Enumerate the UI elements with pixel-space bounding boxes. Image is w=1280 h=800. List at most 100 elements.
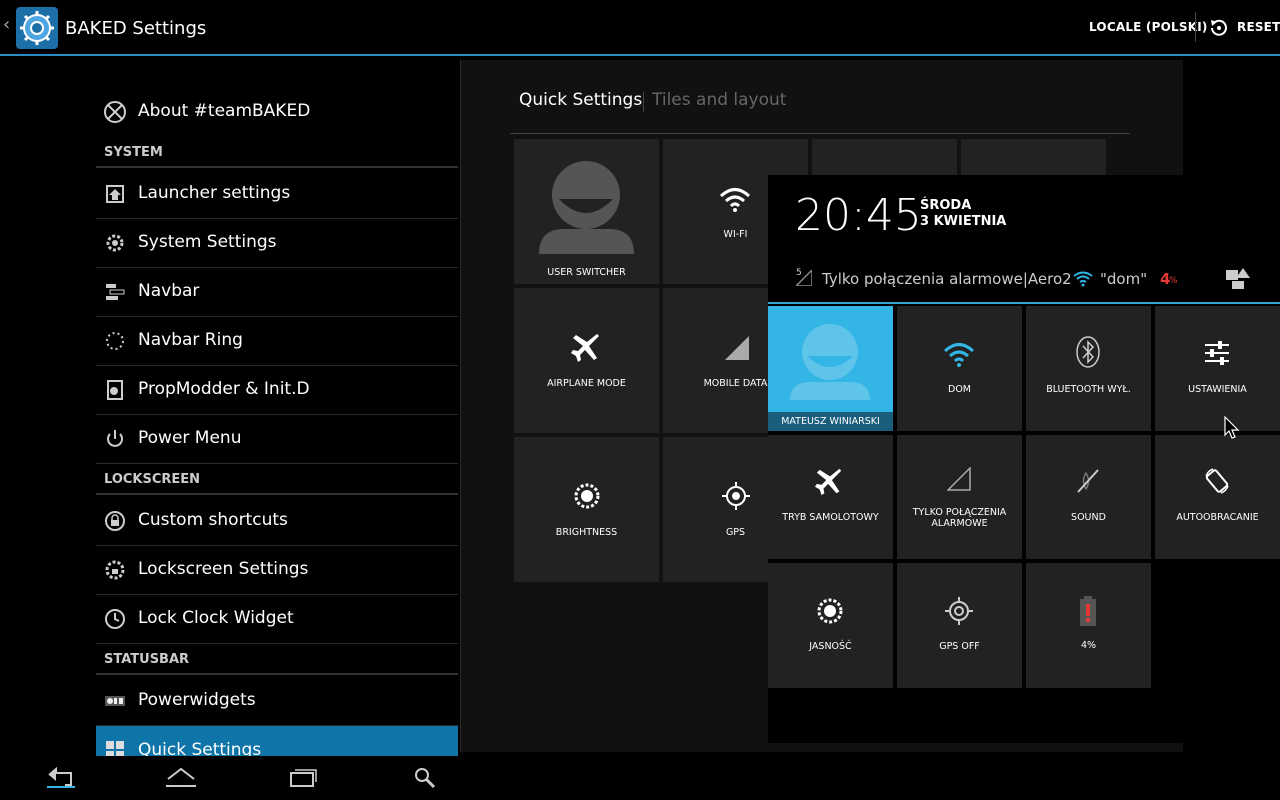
section-divider — [96, 493, 458, 495]
lock-gear-icon — [105, 560, 125, 580]
wifi-name-label: "dom" — [1100, 270, 1148, 288]
reset-icon[interactable] — [1208, 17, 1230, 43]
preview-tile-airplane[interactable]: AIRPLANE MODE — [514, 288, 659, 433]
tile-label: TYLKO POŁĄCZENIA ALARMOWE — [912, 507, 1007, 529]
qs-tile-sound[interactable]: SOUND — [1026, 435, 1151, 559]
recents-icon[interactable] — [288, 767, 318, 789]
sidebar-item-lock-clock[interactable]: Lock Clock Widget — [96, 595, 458, 644]
section-header-lockscreen: LOCKSCREEN — [104, 472, 201, 487]
shade-clock: 20:45 — [795, 190, 922, 241]
preview-tile-brightness[interactable]: BRIGHTNESS — [514, 437, 659, 582]
brightness-icon — [817, 598, 843, 624]
tab-tiles-layout[interactable]: Tiles and layout — [652, 90, 786, 110]
sidebar-item-launcher[interactable]: Launcher settings — [96, 170, 458, 219]
sidebar-item-quick-settings[interactable]: Quick Settings — [96, 726, 458, 756]
gps-icon — [945, 597, 973, 625]
qs-tile-user[interactable]: MATEUSZ WINIARSKI — [768, 306, 893, 431]
preview-tile-user-switcher[interactable]: USER SWITCHER — [514, 139, 659, 284]
tile-label: DOM — [948, 384, 971, 395]
tile-label: GPS OFF — [939, 641, 980, 652]
about-item[interactable]: About #teamBAKED — [96, 88, 458, 136]
sidebar-item-label: Launcher settings — [138, 183, 291, 203]
sidebar-item-navbar[interactable]: Navbar — [96, 268, 458, 317]
sidebar-item-lockscreen-settings[interactable]: Lockscreen Settings — [96, 546, 458, 595]
sidebar-item-label: Power Menu — [138, 428, 242, 448]
section-header-system: SYSTEM — [104, 145, 163, 160]
sidebar-item-label: Navbar Ring — [138, 330, 243, 350]
tile-label: BLUETOOTH WYŁ. — [1046, 384, 1131, 395]
sidebar-item-label: Powerwidgets — [138, 690, 256, 710]
avatar-icon — [539, 161, 634, 254]
section-divider — [96, 166, 458, 168]
preview-tile[interactable] — [961, 139, 1106, 175]
no-signal-icon — [796, 270, 812, 286]
qs-tile-autorotate[interactable]: AUTOOBRACANIE — [1155, 435, 1280, 559]
locale-button[interactable]: LOCALE (POLSKI) — [1089, 20, 1208, 34]
reset-button[interactable]: RESET — [1237, 20, 1280, 34]
qs-tile-airplane[interactable]: TRYB SAMOLOTOWY — [768, 435, 893, 559]
qs-tile-gps[interactable]: GPS OFF — [897, 563, 1022, 688]
shade-day: ŚRODA — [920, 198, 972, 213]
sidebar-item-label: Navbar — [138, 281, 200, 301]
up-caret-icon[interactable]: ‹ — [3, 14, 10, 35]
mouse-cursor-icon — [1224, 416, 1240, 439]
clock-icon — [105, 609, 125, 629]
lock-icon — [105, 511, 125, 531]
script-icon — [107, 380, 123, 400]
sidebar-item-custom-shortcuts[interactable]: Custom shortcuts — [96, 497, 458, 546]
ring-icon — [106, 332, 124, 350]
no-signal-icon — [947, 467, 971, 491]
rotate-icon — [1205, 468, 1229, 494]
sidebar-item-navbar-ring[interactable]: Navbar Ring — [96, 317, 458, 366]
quick-settings-icon — [106, 741, 124, 756]
qs-tile-emergency[interactable]: TYLKO POŁĄCZENIA ALARMOWE — [897, 435, 1022, 559]
airplane-icon — [815, 468, 842, 496]
airplane-icon — [571, 334, 599, 362]
tile-label: USTAWIENIA — [1188, 384, 1247, 395]
tile-label: 4% — [1080, 640, 1097, 651]
tile-label: JASNOŚĆ — [809, 641, 852, 652]
action-divider — [1195, 12, 1196, 42]
qs-tile-brightness[interactable]: JASNOŚĆ — [768, 563, 893, 688]
tab-quick-settings[interactable]: Quick Settings — [519, 90, 642, 110]
tab-underline — [510, 133, 1130, 134]
sidebar-item-label: Quick Settings — [138, 740, 262, 756]
sidebar-item-label: Lock Clock Widget — [138, 608, 294, 628]
qs-tile-bluetooth[interactable]: BLUETOOTH WYŁ. — [1026, 306, 1151, 431]
tile-label: USER SWITCHER — [547, 267, 626, 278]
sidebar-item-powerwidgets[interactable]: Powerwidgets — [96, 677, 458, 726]
tile-label: TRYB SAMOLOTOWY — [782, 512, 879, 523]
tile-label: MATEUSZ WINIARSKI — [781, 416, 880, 427]
app-gear-icon[interactable] — [16, 7, 58, 49]
sidebar-item-label: PropModder & Init.D — [138, 379, 310, 399]
about-label: About #teamBAKED — [138, 101, 311, 121]
sliders-icon — [1205, 341, 1229, 365]
qs-tile-wifi[interactable]: DOM — [897, 306, 1022, 431]
battery-low-icon — [1080, 596, 1096, 626]
home-nav-icon[interactable] — [166, 767, 196, 789]
section-divider — [96, 673, 458, 675]
wifi-icon — [719, 188, 751, 212]
sidebar-item-system-settings[interactable]: System Settings — [96, 219, 458, 268]
powerwidgets-icon — [105, 696, 125, 706]
preview-tile[interactable] — [812, 139, 957, 175]
qs-tile-battery[interactable]: 4% — [1026, 563, 1151, 688]
signal-icon — [725, 336, 749, 360]
battery-unit: % — [1169, 276, 1178, 286]
preview-tile-mobile-data[interactable]: MOBILE DATA — [663, 288, 768, 433]
navbar-icon — [106, 284, 125, 300]
preview-tile-gps[interactable]: GPS — [663, 437, 768, 582]
sidebar-item-label: Custom shortcuts — [138, 510, 288, 530]
wifi-status-icon — [1073, 271, 1093, 287]
qs-tile-settings[interactable]: USTAWIENIA — [1155, 306, 1280, 431]
home-icon — [106, 185, 124, 203]
sidebar-item-propmodder[interactable]: PropModder & Init.D — [96, 366, 458, 415]
search-icon[interactable] — [414, 767, 436, 789]
tile-label: SOUND — [1071, 512, 1106, 523]
shade-date: 3 KWIETNIA — [920, 214, 1007, 229]
back-icon[interactable] — [47, 767, 75, 789]
notification-settings-icon[interactable] — [1226, 268, 1250, 290]
tile-label: BRIGHTNESS — [555, 527, 618, 538]
wifi-icon — [943, 343, 975, 367]
sidebar-item-power-menu[interactable]: Power Menu — [96, 415, 458, 464]
